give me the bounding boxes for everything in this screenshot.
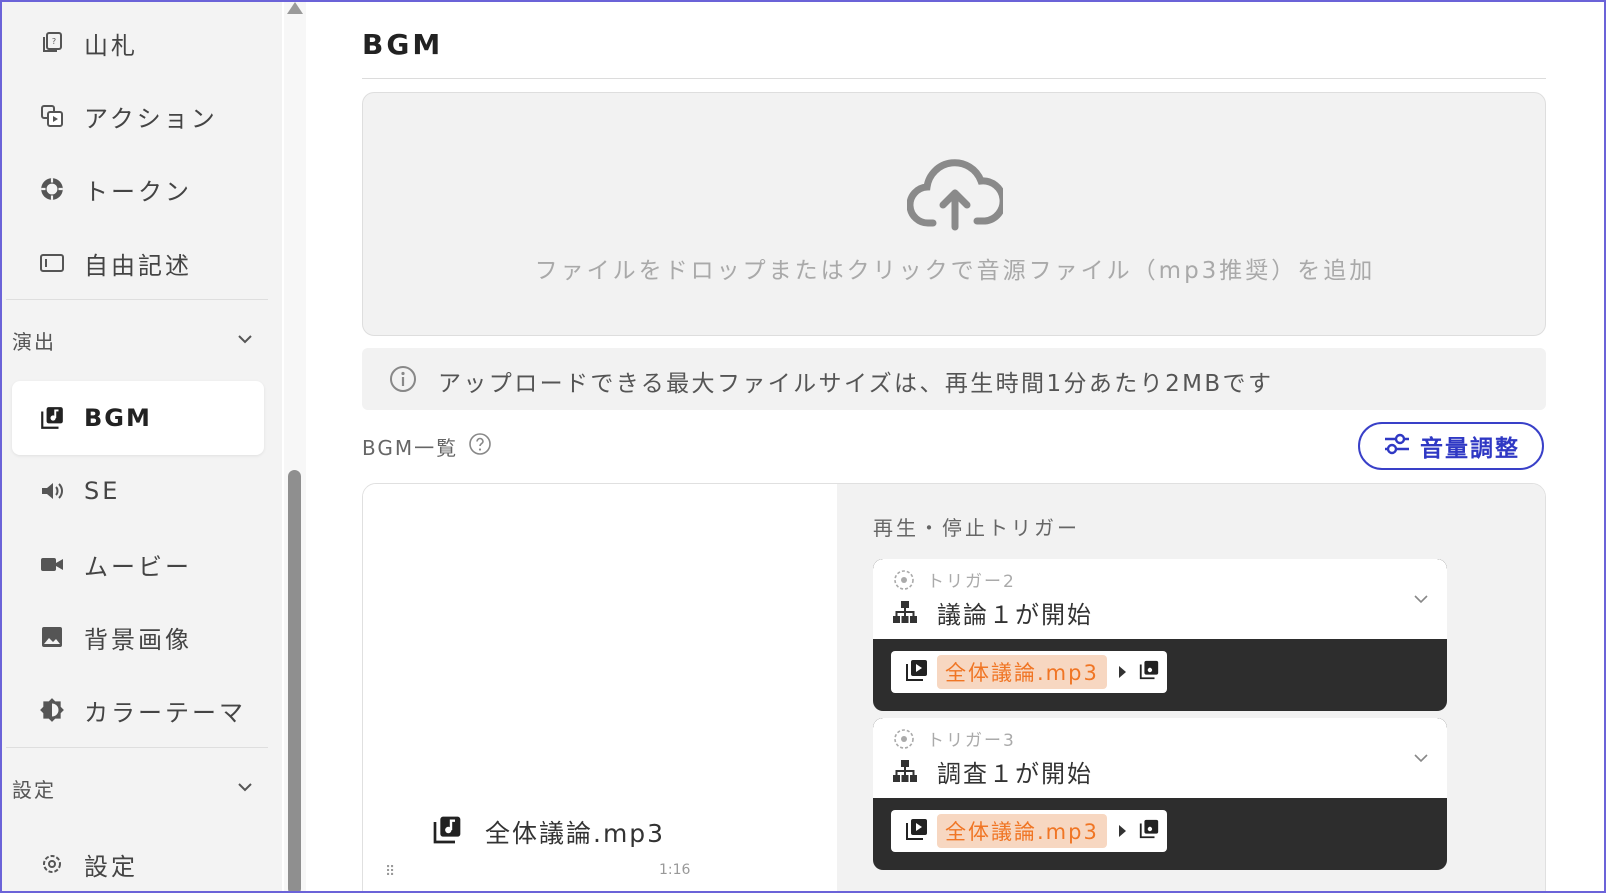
file-dropzone[interactable]: ファイルをドロップまたはクリックで音源ファイル（mp3推奨）を追加 <box>362 92 1546 336</box>
trigger-card[interactable]: トリガー2 議論１が開始 全体議論.mp3 <box>873 559 1447 711</box>
bgm-play-icon <box>905 658 929 686</box>
play-arrow-icon <box>1118 825 1126 837</box>
track-name: 全体議論.mp3 <box>485 819 666 848</box>
help-icon[interactable] <box>468 432 492 461</box>
sidebar-section-settings[interactable]: 設定 <box>12 768 262 808</box>
sidebar-divider <box>6 747 268 748</box>
bgm-list-title: BGM一覧 <box>362 436 459 460</box>
sidebar-item-label: トークン <box>84 177 192 206</box>
trigger-action-bar: 全体議論.mp3 <box>891 651 1167 693</box>
speaker-icon <box>38 477 66 505</box>
bgm-list-header: BGM一覧 <box>362 432 492 461</box>
music-file-icon <box>431 814 463 850</box>
video-camera-icon <box>38 550 66 578</box>
sidebar-item-label: SE <box>84 477 121 505</box>
sidebar-item-settings[interactable]: 設定 <box>12 827 264 891</box>
volume-adjust-button[interactable]: 音量調整 <box>1358 422 1544 470</box>
upload-notice: アップロードできる最大ファイルサイズは、再生時間1分あたり2MBです <box>362 348 1546 410</box>
chevron-down-icon <box>234 776 256 802</box>
bgm-play-icon <box>905 817 929 845</box>
volume-adjust-label: 音量調整 <box>1420 436 1520 462</box>
sidebar-item-token[interactable]: トークン <box>12 152 264 226</box>
sidebar-item-label: アクション <box>84 104 218 133</box>
notice-text: アップロードできる最大ファイルサイズは、再生時間1分あたり2MBです <box>438 371 1274 397</box>
track-panel: 全体議論.mp3 ⠿ 1:16 <box>363 484 837 891</box>
hierarchy-icon <box>891 758 919 788</box>
sidebar-section-staging[interactable]: 演出 <box>12 320 262 360</box>
trigger-action-bar: 全体議論.mp3 <box>891 810 1167 852</box>
cloud-upload-icon <box>906 157 1007 235</box>
sidebar-item-color-theme[interactable]: カラーテーマ <box>12 673 264 747</box>
sidebar-scrollbar[interactable] <box>284 2 306 891</box>
sidebar-item-label: 自由記述 <box>84 251 192 280</box>
sidebar-item-label: 設定 <box>84 852 138 881</box>
sidebar-item-label: カラーテーマ <box>84 698 246 727</box>
sidebar-item-bgm[interactable]: BGM <box>12 381 264 455</box>
dropzone-text: ファイルをドロップまたはクリックで音源ファイル（mp3推奨）を追加 <box>534 258 1376 284</box>
trigger-card[interactable]: トリガー3 調査１が開始 全体議論.mp3 <box>873 718 1447 870</box>
scrollbar-thumb[interactable] <box>288 470 301 891</box>
page-title: BGM <box>362 28 444 61</box>
sidebar-item-background[interactable]: 背景画像 <box>12 600 264 674</box>
sidebar-item-label: 背景画像 <box>84 625 192 654</box>
track-row[interactable]: 全体議論.mp3 <box>431 814 665 850</box>
trigger-section-label: 再生・停止トリガー <box>873 516 1080 540</box>
info-icon <box>388 364 418 398</box>
sidebar-divider <box>6 299 268 300</box>
trigger-number: トリガー3 <box>927 731 1016 751</box>
file-pill[interactable]: 全体議論.mp3 <box>937 655 1107 689</box>
main-content: BGM ファイルをドロップまたはクリックで音源ファイル（mp3推奨）を追加 アッ… <box>306 2 1604 891</box>
gear-icon <box>38 850 66 878</box>
trigger-number: トリガー2 <box>927 572 1016 592</box>
sidebar-item-label: 山札 <box>84 31 138 60</box>
sidebar-item-deck[interactable]: ? 山札 <box>12 6 264 80</box>
sliders-icon <box>1382 431 1412 461</box>
sidebar-item-label: ムービー <box>84 552 192 581</box>
sidebar-item-se[interactable]: SE <box>12 454 264 528</box>
chevron-down-icon[interactable] <box>1411 748 1431 772</box>
trigger-card-header[interactable]: トリガー2 議論１が開始 <box>873 559 1447 639</box>
music-library-icon <box>1138 659 1160 685</box>
trigger-panel: 再生・停止トリガー トリガー2 議論１が開始 全体議論.mp3 トリガー3 調査… <box>837 484 1545 891</box>
theme-icon <box>38 696 66 724</box>
sidebar-item-label: BGM <box>84 404 152 432</box>
chevron-down-icon <box>234 328 256 354</box>
image-icon <box>38 623 66 651</box>
sidebar: ? 山札 アクション トークン 自由記述 演出 BGM SE ムービー 背景画像… <box>2 2 282 891</box>
sidebar-item-action[interactable]: アクション <box>12 79 264 153</box>
title-divider <box>362 78 1546 79</box>
drag-handle[interactable]: ⠿ <box>385 864 397 880</box>
music-library-icon <box>1138 818 1160 844</box>
play-arrow-icon <box>1118 666 1126 678</box>
trigger-card-header[interactable]: トリガー3 調査１が開始 <box>873 718 1447 798</box>
svg-text:?: ? <box>52 37 56 46</box>
free-text-icon <box>38 249 66 277</box>
trigger-title: 議論１が開始 <box>937 601 1093 629</box>
track-duration: 1:16 <box>659 862 691 878</box>
section-label: 設定 <box>12 777 56 802</box>
sidebar-item-movie[interactable]: ムービー <box>12 527 264 601</box>
chevron-down-icon[interactable] <box>1411 589 1431 613</box>
bgm-list-panel: 全体議論.mp3 ⠿ 1:16 再生・停止トリガー トリガー2 議論１が開始 全… <box>362 483 1546 891</box>
hierarchy-icon <box>891 599 919 629</box>
token-icon <box>38 175 66 203</box>
scroll-up-arrow-icon[interactable] <box>287 2 303 14</box>
action-icon <box>38 102 66 130</box>
sidebar-item-free-text[interactable]: 自由記述 <box>12 226 264 300</box>
trigger-icon <box>893 569 915 595</box>
deck-icon: ? <box>38 29 66 57</box>
app-window: ? 山札 アクション トークン 自由記述 演出 BGM SE ムービー 背景画像… <box>0 0 1606 893</box>
trigger-icon <box>893 728 915 754</box>
trigger-title: 調査１が開始 <box>937 760 1093 788</box>
file-pill[interactable]: 全体議論.mp3 <box>937 814 1107 848</box>
music-library-icon <box>38 404 66 432</box>
section-label: 演出 <box>12 329 56 354</box>
